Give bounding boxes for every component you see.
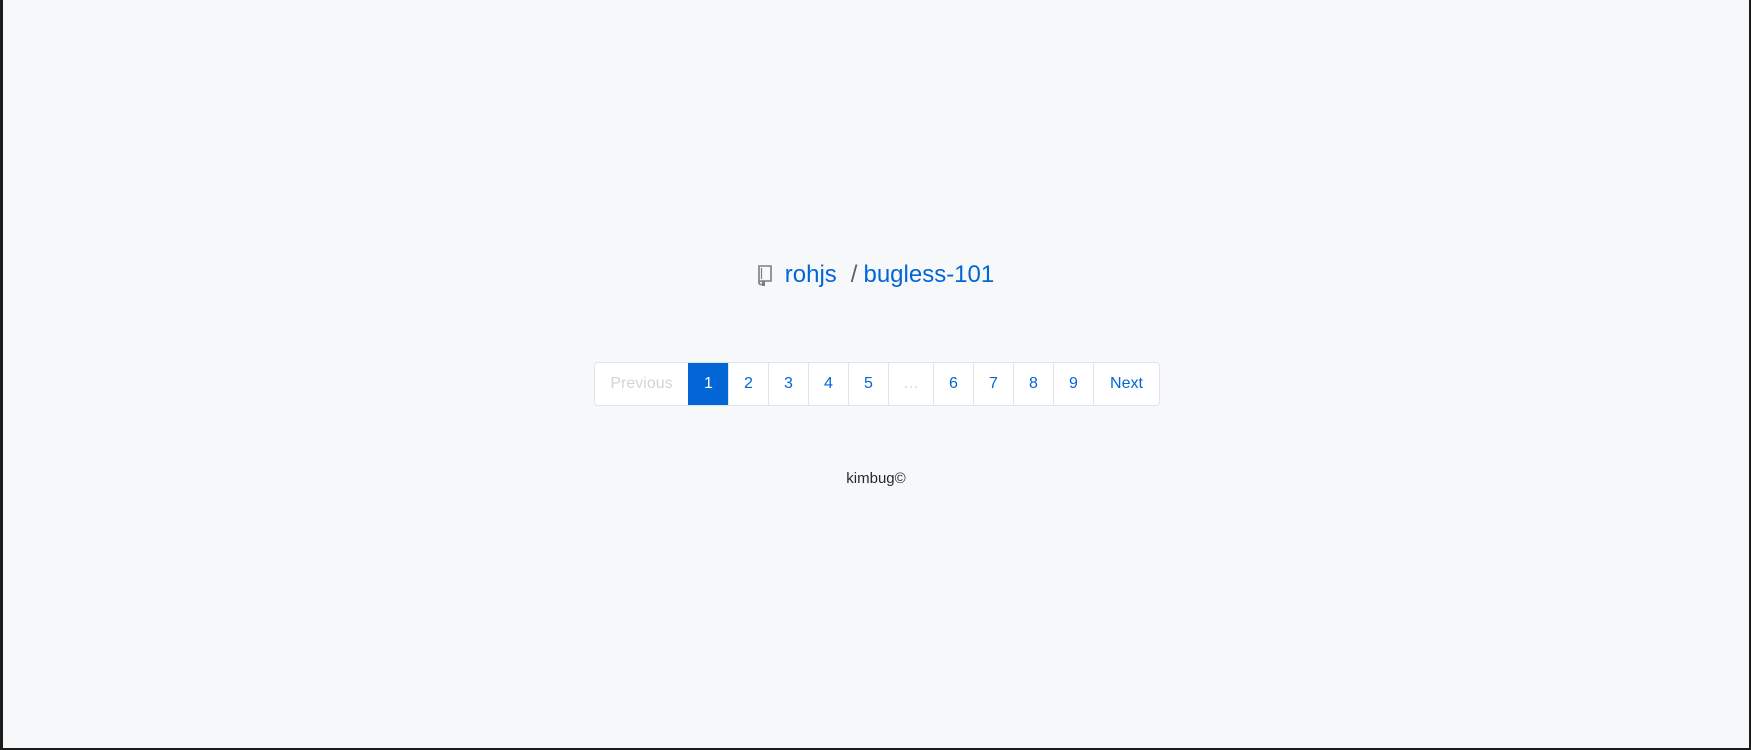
repo-name-link[interactable]: bugless-101 — [863, 260, 994, 290]
next-button[interactable]: Next — [1093, 363, 1159, 405]
repo-separator: / — [850, 261, 858, 288]
page-1-button[interactable]: 1 — [688, 363, 728, 405]
repo-title: rohjs / bugless-101 — [755, 260, 994, 290]
previous-button: Previous — [610, 375, 673, 392]
page-7-button[interactable]: 7 — [973, 363, 1013, 405]
pagination-gap: … — [888, 363, 933, 405]
page-6-button[interactable]: 6 — [933, 363, 973, 405]
page: rohjs / bugless-101 Previous 1 2 3 4 5 …… — [3, 0, 1749, 748]
page-5-button[interactable]: 5 — [848, 363, 888, 405]
page-4-button[interactable]: 4 — [808, 363, 848, 405]
page-8-button[interactable]: 8 — [1013, 363, 1053, 405]
repo-header: rohjs / bugless-101 — [3, 260, 1749, 290]
footer-text: kimbug© — [846, 470, 906, 487]
page-9-button[interactable]: 9 — [1053, 363, 1093, 405]
page-3-button[interactable]: 3 — [768, 363, 808, 405]
repo-icon — [755, 264, 775, 286]
pagination: Previous 1 2 3 4 5 … 6 7 8 9 Next — [594, 362, 1160, 406]
repo-owner-link[interactable]: rohjs — [785, 260, 837, 290]
page-2-button[interactable]: 2 — [728, 363, 768, 405]
